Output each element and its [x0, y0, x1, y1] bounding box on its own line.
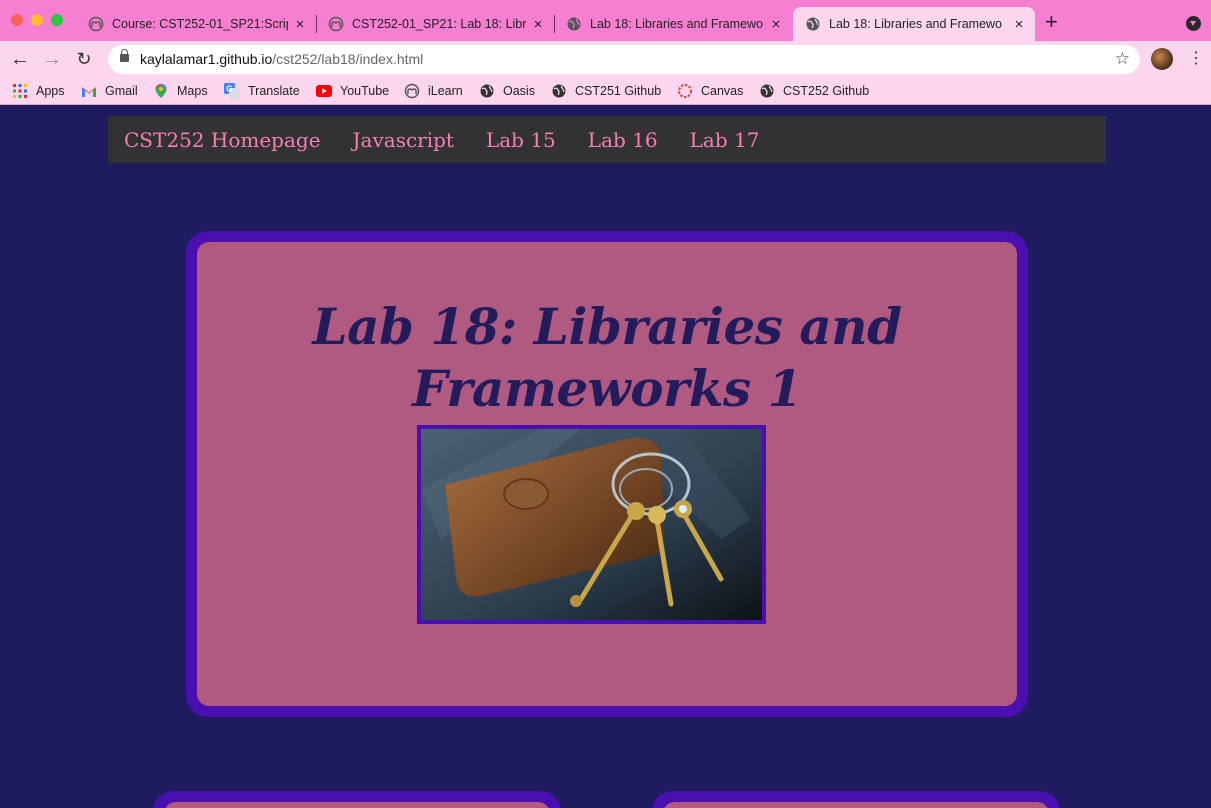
- bookmark-gmail[interactable]: Gmail: [81, 81, 138, 101]
- site-navigation: CST252 Homepage Javascript Lab 15 Lab 16…: [108, 116, 1106, 163]
- browser-tab-active[interactable]: Lab 18: Libraries and Framewo ×: [793, 7, 1035, 41]
- bookmark-canvas[interactable]: Canvas: [677, 81, 743, 101]
- close-icon[interactable]: ×: [292, 16, 308, 33]
- content-card-right: [652, 791, 1060, 808]
- keys-ring-pouch-image: [417, 425, 766, 624]
- bookmark-label: Maps: [177, 84, 208, 98]
- nav-link-lab16[interactable]: Lab 16: [588, 128, 658, 152]
- bookmark-cst252-github[interactable]: CST252 Github: [759, 81, 869, 101]
- globe-icon: [567, 17, 581, 31]
- bookmark-youtube[interactable]: YouTube: [316, 81, 389, 101]
- bookmark-label: CST252 Github: [783, 84, 870, 98]
- url-path: /cst252/lab18/index.html: [272, 51, 424, 67]
- lock-icon[interactable]: [120, 49, 129, 62]
- bookmark-label: CST251 Github: [575, 84, 662, 98]
- title-card: Lab 18: Libraries and Frameworks 1: [186, 231, 1028, 717]
- nav-link-homepage[interactable]: CST252 Homepage: [124, 128, 321, 152]
- close-window-button[interactable]: [11, 14, 23, 26]
- content-card-left: [153, 791, 561, 808]
- apps-grid-icon: [12, 83, 28, 99]
- minimize-window-button[interactable]: [31, 14, 43, 26]
- browser-tab[interactable]: CST252-01_SP21: Lab 18: Libra ×: [316, 7, 554, 41]
- browser-tab[interactable]: Course: CST252-01_SP21:Scrip ×: [76, 7, 316, 41]
- moodle-icon: [88, 16, 104, 32]
- bookmark-label: Translate: [248, 84, 300, 98]
- bookmark-oasis[interactable]: Oasis: [479, 81, 535, 101]
- tab-title: Lab 18: Libraries and Framewo: [590, 17, 764, 31]
- gmail-icon: [81, 83, 97, 99]
- globe-icon: [806, 17, 820, 31]
- maximize-window-button[interactable]: [51, 14, 63, 26]
- forward-arrow-icon[interactable]: →: [41, 48, 63, 70]
- bookmarks-bar: Apps Gmail Maps G Translate YouTube iLea…: [0, 77, 1211, 105]
- nav-link-lab15[interactable]: Lab 15: [486, 128, 556, 152]
- moodle-icon: [404, 83, 420, 99]
- moodle-icon: [328, 16, 344, 32]
- nav-link-javascript[interactable]: Javascript: [353, 128, 454, 152]
- tab-title: Lab 18: Libraries and Framewo: [829, 17, 1003, 31]
- bookmark-label: Canvas: [701, 84, 744, 98]
- more-menu-icon[interactable]: ⋮: [1188, 49, 1204, 69]
- bookmark-label: Oasis: [503, 84, 535, 98]
- bookmark-label: iLearn: [428, 84, 463, 98]
- browser-tab[interactable]: Lab 18: Libraries and Framewo ×: [554, 7, 792, 41]
- reload-icon[interactable]: ↻: [73, 48, 95, 70]
- close-icon[interactable]: ×: [768, 16, 784, 33]
- bookmark-apps[interactable]: Apps: [12, 81, 65, 101]
- tab-strip: Course: CST252-01_SP21:Scrip × CST252-01…: [0, 0, 1211, 41]
- translate-icon: G: [224, 83, 240, 99]
- bookmark-ilearn[interactable]: iLearn: [404, 81, 463, 101]
- bookmark-label: Gmail: [105, 84, 138, 98]
- address-bar[interactable]: kaylalamar1.github.io/cst252/lab18/index…: [108, 45, 1140, 74]
- bookmark-star-icon[interactable]: ☆: [1115, 49, 1130, 69]
- globe-icon: [479, 83, 495, 99]
- url-text[interactable]: kaylalamar1.github.io/cst252/lab18/index…: [140, 51, 423, 67]
- url-host: kaylalamar1.github.io: [140, 51, 273, 67]
- profile-avatar[interactable]: [1151, 48, 1173, 70]
- canvas-icon: [677, 83, 693, 99]
- tab-title: Course: CST252-01_SP21:Scrip: [112, 17, 288, 31]
- bookmark-maps[interactable]: Maps: [153, 81, 208, 101]
- close-icon[interactable]: ×: [530, 16, 546, 33]
- tab-title: CST252-01_SP21: Lab 18: Libra: [352, 17, 526, 31]
- browser-toolbar: ← → ↻ kaylalamar1.github.io/cst252/lab18…: [0, 41, 1211, 77]
- tab-search-icon[interactable]: [1186, 16, 1201, 31]
- youtube-icon: [316, 83, 332, 99]
- svg-text:G: G: [226, 85, 232, 94]
- new-tab-button[interactable]: +: [1045, 11, 1058, 33]
- maps-pin-icon: [153, 83, 169, 99]
- page-title: Lab 18: Libraries and Frameworks 1: [312, 297, 902, 418]
- content-card-right-fill: [663, 802, 1049, 808]
- title-card-content: Lab 18: Libraries and Frameworks 1: [197, 242, 1017, 706]
- bookmark-label: YouTube: [340, 84, 390, 98]
- globe-icon: [551, 83, 567, 99]
- content-card-left-fill: [164, 802, 550, 808]
- bookmark-translate[interactable]: G Translate: [224, 81, 300, 101]
- bookmark-cst251-github[interactable]: CST251 Github: [551, 81, 661, 101]
- nav-link-lab17[interactable]: Lab 17: [690, 128, 760, 152]
- bookmark-label: Apps: [36, 84, 65, 98]
- globe-icon: [759, 83, 775, 99]
- close-icon[interactable]: ×: [1011, 16, 1027, 33]
- back-arrow-icon[interactable]: ←: [9, 48, 31, 70]
